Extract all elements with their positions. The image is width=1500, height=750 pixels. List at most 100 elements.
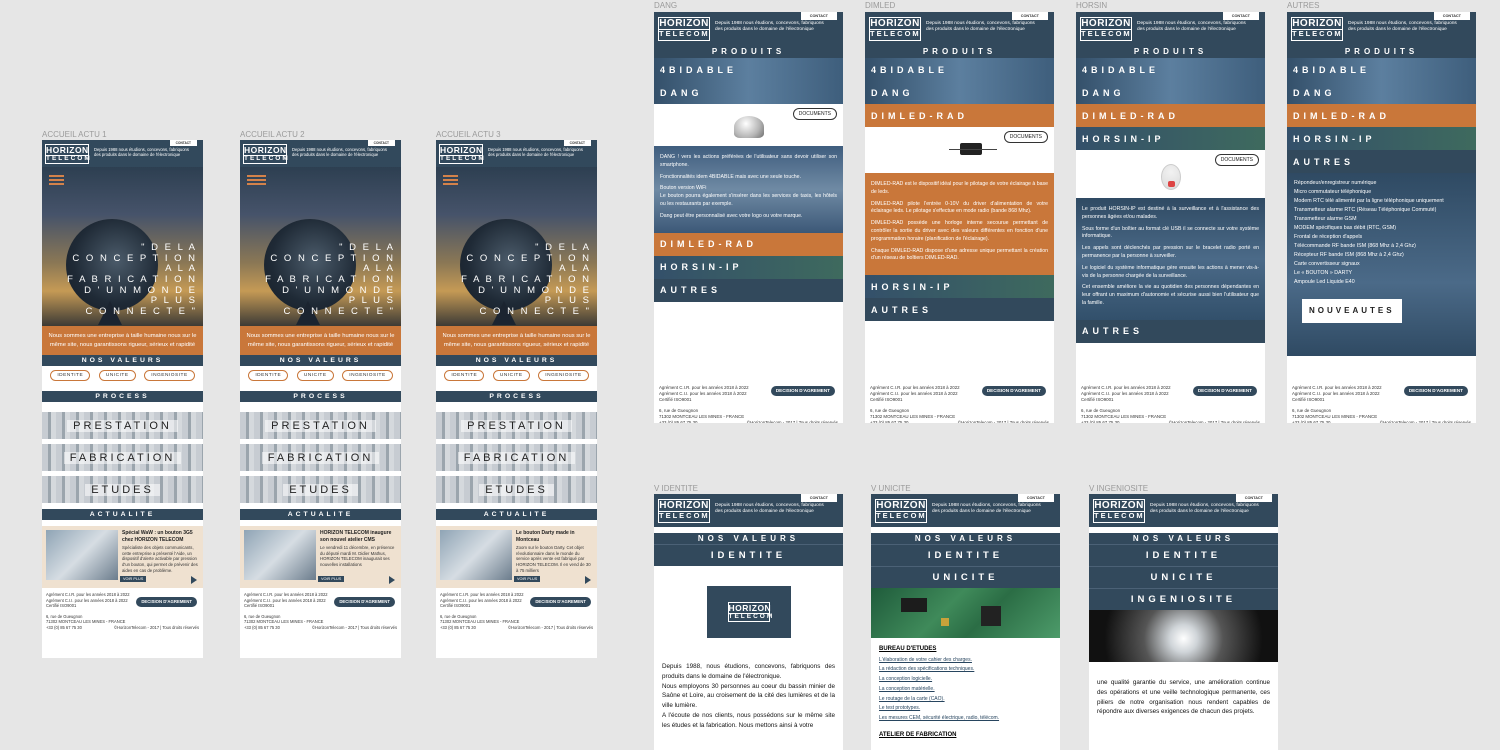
valeur-pill-unicite[interactable]: UNICITE [296, 370, 334, 382]
valeur-band-identite[interactable]: IDENTITE [654, 544, 843, 566]
product-band-dimled-rad[interactable]: DIMLED-RAD [654, 232, 843, 256]
nouveautes-button[interactable]: NOUVEAUTES [1302, 299, 1402, 323]
next-arrow-icon[interactable] [585, 576, 591, 585]
horizon-telecom-logo[interactable]: HORIZON TELECOM [869, 17, 921, 41]
autres-item: Micro commutateur téléphonique [1294, 189, 1372, 195]
contact-button[interactable]: CONTACT [1017, 494, 1054, 502]
bureau-etudes-item[interactable]: La rédaction des spécifications techniqu… [879, 665, 1052, 675]
bureau-etudes-item[interactable]: Le test prototypes. [879, 704, 1052, 714]
valeur-band-unicite[interactable]: UNICITE [871, 566, 1060, 588]
horizon-telecom-logo[interactable]: HORIZON TELECOM [1093, 499, 1145, 523]
next-arrow-icon[interactable] [191, 576, 197, 585]
product-band-horsin-ip[interactable]: HORSIN-IP [865, 275, 1054, 299]
next-arrow-icon[interactable] [389, 576, 395, 585]
product-band-4bidable[interactable]: 4BIDABLE [654, 58, 843, 81]
decision-agrement-button[interactable]: DECISION D'AGREMENT [981, 386, 1046, 397]
valeur-pill-unicite[interactable]: UNICITE [98, 370, 136, 382]
contact-button[interactable]: CONTACT [800, 12, 837, 20]
process-tile-fabrication[interactable]: FABRICATION [240, 444, 401, 472]
product-band-autres[interactable]: AUTRES [1287, 150, 1476, 173]
process-tile-fabrication[interactable]: FABRICATION [436, 444, 597, 472]
valeur-pill-unicite[interactable]: UNICITE [492, 370, 530, 382]
horizon-telecom-logo[interactable]: HORIZON TELECOM [658, 17, 710, 41]
contact-button[interactable]: CONTACT [169, 140, 197, 146]
product-band-dang[interactable]: DANG [1076, 81, 1265, 104]
menu-icon[interactable] [49, 175, 64, 187]
bureau-etudes-item[interactable]: Le routage de la carte (CAO). [879, 695, 1052, 705]
menu-icon[interactable] [247, 175, 266, 187]
process-tile-etudes[interactable]: ETUDES [240, 476, 401, 504]
product-band-horsin-ip[interactable]: HORSIN-IP [1076, 127, 1265, 150]
valeur-pill-identite[interactable]: IDENTITE [50, 370, 91, 382]
documents-button[interactable]: DOCUMENTS [1003, 131, 1048, 143]
product-band-autres[interactable]: AUTRES [865, 298, 1054, 322]
horizon-telecom-logo[interactable]: HORIZON TELECOM [658, 499, 710, 523]
voir-plus-button[interactable]: VOIR PLUS [318, 576, 345, 583]
product-band-dimled-rad[interactable]: DIMLED-RAD [865, 104, 1054, 127]
product-band-autres[interactable]: AUTRES [654, 278, 843, 302]
autres-item: Transmetteur alarme RTC (Réseau Téléphon… [1294, 207, 1437, 213]
horizon-telecom-logo[interactable]: HORIZON TELECOM [243, 144, 288, 164]
product-band-4bidable[interactable]: 4BIDABLE [1076, 58, 1265, 81]
process-tile-fabrication[interactable]: FABRICATION [42, 444, 203, 472]
product-band-horsin-ip[interactable]: HORSIN-IP [1287, 127, 1476, 150]
product-band-autres[interactable]: AUTRES [1076, 319, 1265, 343]
decision-agrement-button[interactable]: DECISION D'AGREMENT [530, 597, 591, 608]
valeur-band-ingeniosite[interactable]: INGENIOSITE [1089, 588, 1278, 610]
contact-button[interactable]: CONTACT [1011, 12, 1048, 20]
product-band-4bidable[interactable]: 4BIDABLE [1287, 58, 1476, 81]
horizon-telecom-logo[interactable]: HORIZON TELECOM [1291, 17, 1343, 41]
horizon-telecom-logo[interactable]: HORIZON TELECOM [439, 144, 484, 164]
decision-agrement-button[interactable]: DECISION D'AGREMENT [136, 597, 197, 608]
voir-plus-button[interactable]: VOIR PLUS [120, 576, 147, 583]
valeur-pill-ingeniosite[interactable]: INGENIOSITE [144, 370, 195, 382]
product-band-dang[interactable]: DANG [865, 81, 1054, 104]
contact-button[interactable]: CONTACT [1235, 494, 1272, 502]
contact-button[interactable]: CONTACT [367, 140, 395, 146]
news-card[interactable]: Le bouton Darty made in Montceau Zoom su… [436, 526, 597, 589]
product-band-4bidable[interactable]: 4BIDABLE [865, 58, 1054, 81]
documents-button[interactable]: DOCUMENTS [1214, 154, 1259, 166]
horizon-telecom-logo[interactable]: HORIZON TELECOM [45, 144, 90, 164]
decision-agrement-button[interactable]: DECISION D'AGREMENT [770, 386, 835, 397]
valeur-pill-ingeniosite[interactable]: INGENIOSITE [538, 370, 589, 382]
bureau-etudes-item[interactable]: La conception matérielle. [879, 685, 1052, 695]
artboard-autres: HORIZON TELECOM Depuis 1988 nous étudion… [1287, 12, 1476, 423]
horizon-telecom-logo[interactable]: HORIZON TELECOM [1080, 17, 1132, 41]
bureau-etudes-item[interactable]: La conception logicielle. [879, 675, 1052, 685]
horizon-telecom-logo[interactable]: HORIZON TELECOM [875, 499, 927, 523]
news-card[interactable]: Spécial WaW : un bouton 3G5 chez HORIZON… [42, 526, 203, 589]
contact-button[interactable]: CONTACT [800, 494, 837, 502]
decision-agrement-button[interactable]: DECISION D'AGREMENT [1403, 386, 1468, 397]
documents-button[interactable]: DOCUMENTS [792, 108, 837, 120]
process-tile-prestation[interactable]: PRESTATION [42, 412, 203, 440]
description-paragraph: Chaque DIMLED-RAD dispose d'une adresse … [871, 247, 1048, 262]
valeur-band-identite[interactable]: IDENTITE [1089, 544, 1278, 566]
contact-button[interactable]: CONTACT [563, 140, 591, 146]
contact-button[interactable]: CONTACT [1433, 12, 1470, 20]
product-band-dang[interactable]: DANG [1287, 81, 1476, 104]
voir-plus-button[interactable]: VOIR PLUS [514, 576, 541, 583]
valeur-pill-identite[interactable]: IDENTITE [444, 370, 485, 382]
news-card[interactable]: HORIZON TELECOM inaugure son nouvel atel… [240, 526, 401, 589]
valeur-pill-ingeniosite[interactable]: INGENIOSITE [342, 370, 393, 382]
process-tile-prestation[interactable]: PRESTATION [240, 412, 401, 440]
product-band-dimled-rad[interactable]: DIMLED-RAD [1287, 104, 1476, 127]
process-tile-etudes[interactable]: ETUDES [436, 476, 597, 504]
decision-agrement-button[interactable]: DECISION D'AGREMENT [1192, 386, 1257, 397]
process-tile-etudes[interactable]: ETUDES [42, 476, 203, 504]
valeur-pill-identite[interactable]: IDENTITE [248, 370, 289, 382]
bureau-etudes-item[interactable]: Les mesures CEM, sécurité électrique, ra… [879, 714, 1052, 724]
product-band-dimled-rad[interactable]: DIMLED-RAD [1076, 104, 1265, 127]
valeur-band-unicite[interactable]: UNICITE [1089, 566, 1278, 588]
process-tile-prestation[interactable]: PRESTATION [436, 412, 597, 440]
bureau-etudes-item[interactable]: L'élaboration de votre cahier des charge… [879, 656, 1052, 666]
product-band-horsin-ip[interactable]: HORSIN-IP [654, 255, 843, 279]
decision-agrement-button[interactable]: DECISION D'AGREMENT [334, 597, 395, 608]
product-band-dang[interactable]: DANG [654, 81, 843, 104]
contact-button[interactable]: CONTACT [1222, 12, 1259, 20]
valeur-band-identite[interactable]: IDENTITE [871, 544, 1060, 566]
menu-icon[interactable] [443, 175, 458, 187]
description-paragraph: Sous forme d'un boîtier au format clé US… [1082, 225, 1259, 240]
product-description: DANG ! vers les actions préférées de l'u… [654, 146, 843, 233]
